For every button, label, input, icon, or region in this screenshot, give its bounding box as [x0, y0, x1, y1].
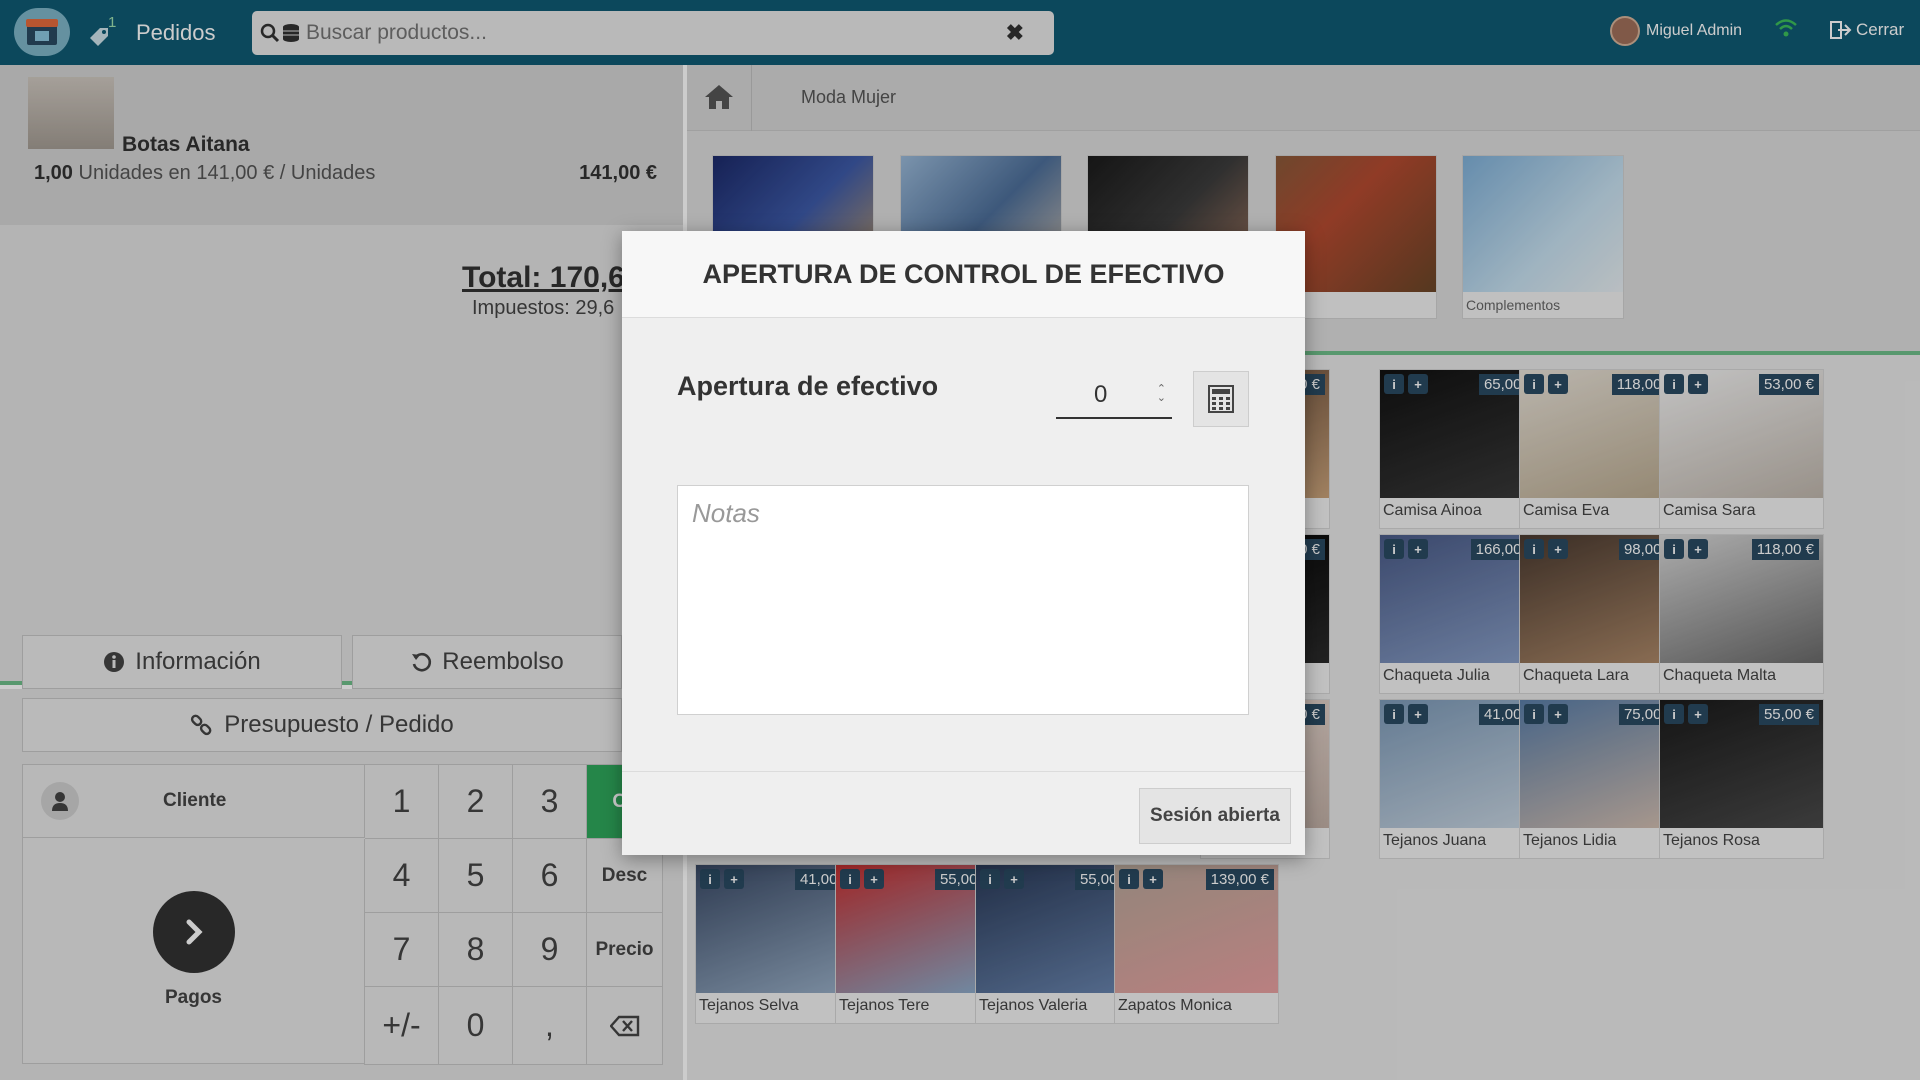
- dialog-footer: Sesión abierta: [622, 771, 1305, 855]
- calculator-icon: [1208, 385, 1234, 413]
- open-session-button[interactable]: Sesión abierta: [1139, 788, 1291, 844]
- cash-opening-dialog: APERTURA DE CONTROL DE EFECTIVO Apertura…: [622, 231, 1305, 855]
- opening-cash-value: 0: [1094, 381, 1108, 408]
- dialog-header: APERTURA DE CONTROL DE EFECTIVO: [622, 231, 1305, 318]
- notes-field[interactable]: [677, 485, 1249, 715]
- opening-cash-input[interactable]: 0 ⌃ ⌄: [1056, 373, 1172, 419]
- dialog-title: APERTURA DE CONTROL DE EFECTIVO: [702, 258, 1225, 289]
- spinner-icon[interactable]: ⌃ ⌄: [1157, 384, 1166, 404]
- opening-cash-label: Apertura de efectivo: [677, 371, 939, 401]
- calculator-button[interactable]: [1193, 371, 1249, 427]
